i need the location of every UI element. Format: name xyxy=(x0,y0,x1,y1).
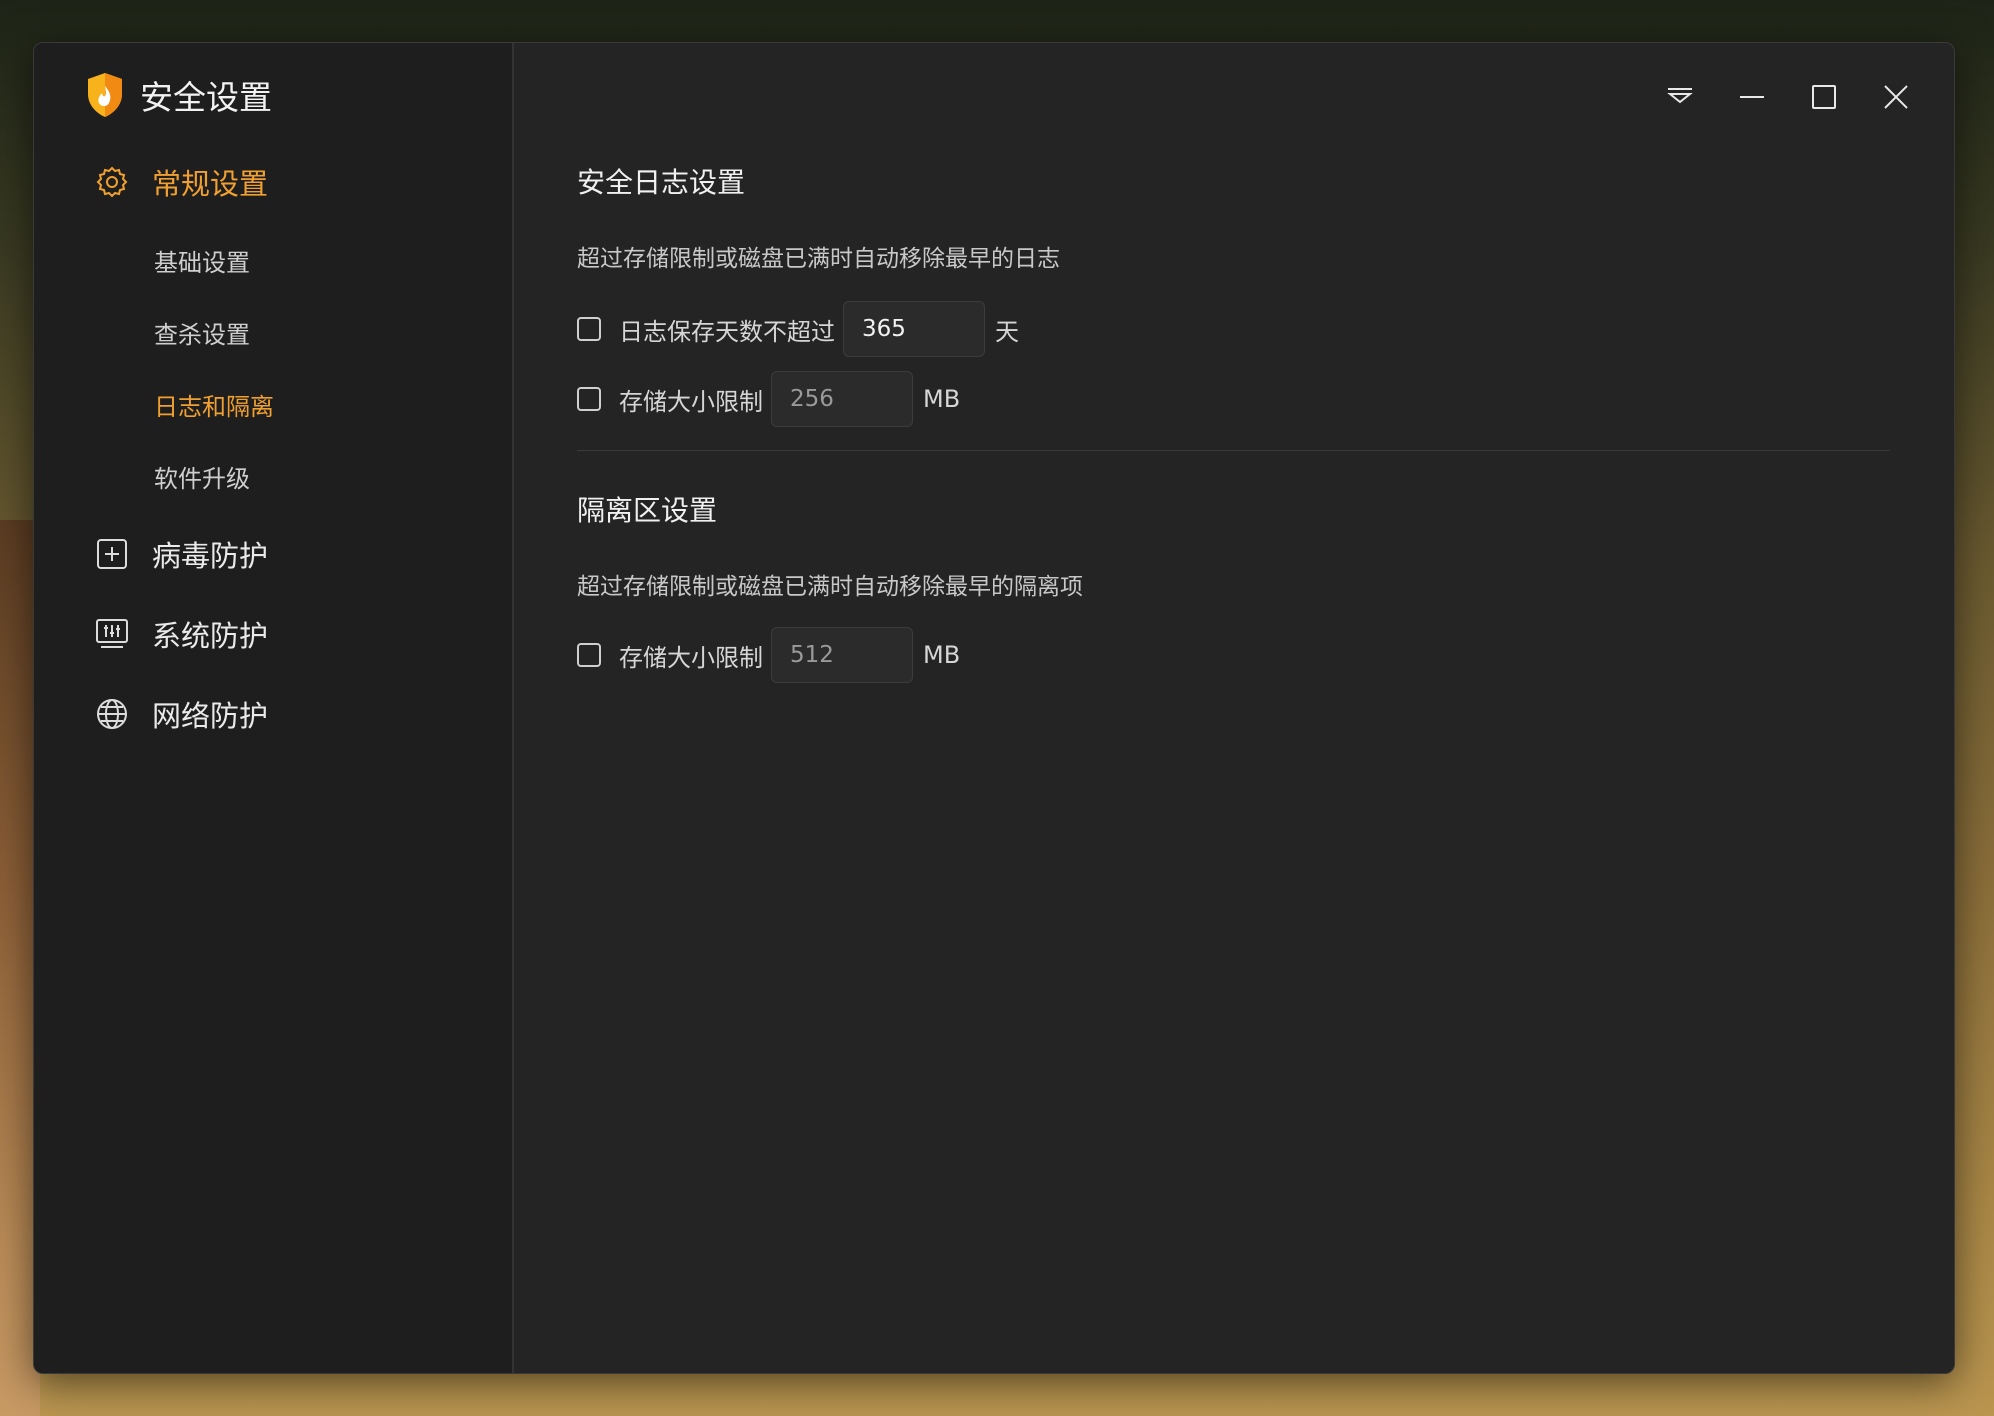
log-size-input[interactable] xyxy=(771,371,913,427)
menu-chevron-icon xyxy=(1667,88,1693,104)
quarantine-size-row: 存储大小限制 MB xyxy=(577,627,960,683)
nav-label-general: 常规设置 xyxy=(152,167,269,201)
close-button[interactable] xyxy=(1876,77,1916,117)
log-size-unit: MB xyxy=(923,385,961,413)
sub-item-upgrade[interactable]: 软件升级 xyxy=(154,459,250,494)
quarantine-section-description: 超过存储限制或磁盘已满时自动移除最早的隔离项 xyxy=(577,574,1083,600)
brand: 安全设置 xyxy=(86,71,272,119)
sidebar: 安全设置 常规设置 基础设置 查杀设置 日志和隔离 软件升级 病毒防护 系统防护… xyxy=(34,43,514,1373)
sub-item-basic[interactable]: 基础设置 xyxy=(154,243,250,278)
menu-dropdown-button[interactable] xyxy=(1660,77,1700,117)
log-days-unit: 天 xyxy=(995,317,1019,346)
nav-item-network-protection[interactable]: 网络防护 xyxy=(94,693,268,735)
quarantine-size-unit: MB xyxy=(923,641,961,669)
nav-item-general[interactable]: 常规设置 xyxy=(94,161,268,203)
section-divider xyxy=(577,450,1890,451)
app-title: 安全设置 xyxy=(140,78,272,117)
nav-label-network-protection: 网络防护 xyxy=(152,699,269,733)
log-section-description: 超过存储限制或磁盘已满时自动移除最早的日志 xyxy=(577,246,1060,272)
quarantine-section-title: 隔离区设置 xyxy=(577,494,718,527)
maximize-button[interactable] xyxy=(1804,77,1844,117)
plus-box-icon xyxy=(94,536,130,572)
close-icon xyxy=(1884,85,1908,109)
globe-icon xyxy=(94,696,130,732)
quarantine-size-label: 存储大小限制 xyxy=(619,643,763,672)
maximize-icon xyxy=(1812,85,1836,109)
nav-item-system-protection[interactable]: 系统防护 xyxy=(94,613,268,655)
log-section-title: 安全日志设置 xyxy=(577,166,746,199)
log-days-checkbox[interactable] xyxy=(577,317,601,341)
quarantine-size-checkbox[interactable] xyxy=(577,643,601,667)
log-days-label: 日志保存天数不超过 xyxy=(619,317,835,346)
log-size-checkbox[interactable] xyxy=(577,387,601,411)
minimize-button[interactable] xyxy=(1732,77,1772,117)
shield-flame-logo-icon xyxy=(88,73,122,117)
monitor-sliders-icon xyxy=(94,616,130,652)
gear-icon xyxy=(94,164,130,200)
nav-item-virus-protection[interactable]: 病毒防护 xyxy=(94,533,268,575)
nav-label-system-protection: 系统防护 xyxy=(152,619,269,653)
log-days-input[interactable] xyxy=(843,301,985,357)
nav-label-virus-protection: 病毒防护 xyxy=(152,539,269,573)
sub-item-log-quarantine[interactable]: 日志和隔离 xyxy=(154,387,274,422)
quarantine-size-input[interactable] xyxy=(771,627,913,683)
settings-window: 安全设置 常规设置 基础设置 查杀设置 日志和隔离 软件升级 病毒防护 系统防护… xyxy=(33,42,1955,1374)
log-days-row: 日志保存天数不超过 天 xyxy=(577,301,1019,357)
sub-item-scan[interactable]: 查杀设置 xyxy=(154,315,250,350)
minimize-icon xyxy=(1740,96,1764,98)
log-size-label: 存储大小限制 xyxy=(619,387,763,416)
log-size-row: 存储大小限制 MB xyxy=(577,371,960,427)
